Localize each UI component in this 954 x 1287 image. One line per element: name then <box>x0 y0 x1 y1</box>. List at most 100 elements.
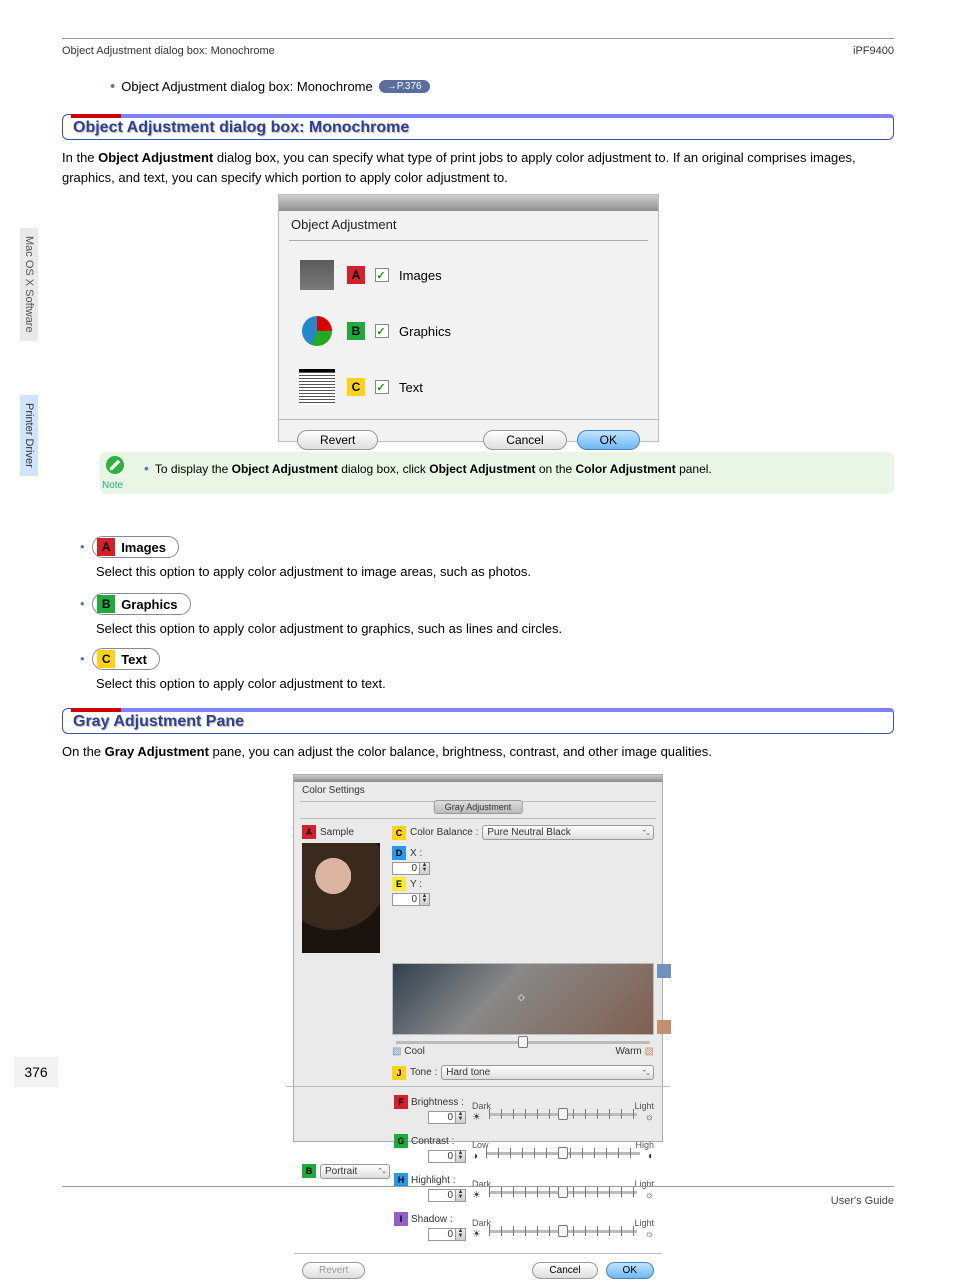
ok-button[interactable]: OK <box>606 1262 654 1279</box>
dlg1-row-images: A Images <box>279 247 658 303</box>
section-title: Object Adjustment dialog box: Monochrome <box>73 119 409 137</box>
tab-bar: Gray Adjustment <box>300 801 656 819</box>
badge-c-icon: C <box>97 650 115 668</box>
category-pill: A Images <box>92 536 179 558</box>
cancel-button[interactable]: Cancel <box>483 430 566 450</box>
ok-button[interactable]: OK <box>577 430 640 450</box>
dlg2-buttons: Revert Cancel OK <box>294 1253 662 1287</box>
badge-h-icon: H <box>394 1173 408 1187</box>
bullet-icon: • <box>110 78 115 95</box>
slider-track[interactable] <box>486 1152 640 1155</box>
slider-high: Light <box>634 1179 654 1189</box>
cool-label: Cool <box>392 1046 425 1057</box>
color-balance-dropdown[interactable]: Pure Neutral Black <box>482 825 654 840</box>
swatch-top <box>657 964 671 978</box>
category-images: • A Images Select this option to apply c… <box>80 536 531 579</box>
slider-high: Light <box>634 1101 654 1111</box>
side-tab-driver[interactable]: Printer Driver <box>20 395 38 476</box>
images-icon <box>297 255 337 295</box>
slider-row: F Brightness : 0▲▼ DarkLight ☀ ☼ <box>394 1093 654 1132</box>
section1-paragraph: In the Object Adjustment dialog box, you… <box>62 148 894 188</box>
slider-label: Highlight : <box>411 1175 455 1186</box>
images-checkbox[interactable] <box>375 268 389 282</box>
slider-track[interactable] <box>489 1191 637 1194</box>
badge-d-icon: D <box>392 846 406 860</box>
text-icon <box>297 367 337 407</box>
model-label: iPF9400 <box>853 45 894 57</box>
header-rule <box>62 38 894 39</box>
category-description: Select this option to apply color adjust… <box>96 621 562 636</box>
badge-j-icon: J <box>392 1066 406 1080</box>
images-label: Images <box>399 268 442 283</box>
category-label: Images <box>121 540 166 555</box>
slider-label: Contrast : <box>411 1136 454 1147</box>
graphics-label: Graphics <box>399 324 451 339</box>
badge-i-icon: I <box>394 1212 408 1226</box>
section-heading-object-adjustment: Object Adjustment dialog box: Monochrome <box>62 114 894 140</box>
badge-a-icon: A <box>347 266 365 284</box>
graphics-checkbox[interactable] <box>375 324 389 338</box>
color-balance-label: Color Balance : <box>410 827 478 838</box>
revert-button[interactable]: Revert <box>302 1262 365 1279</box>
target-icon: ◇ <box>518 992 525 1003</box>
color-balance-map[interactable]: ◇ <box>392 963 654 1035</box>
badge-c-icon: C <box>392 826 406 840</box>
section-heading-gray-adjustment: Gray Adjustment Pane <box>62 708 894 734</box>
category-label: Text <box>121 652 147 667</box>
low-icon: ◑ <box>472 1151 478 1162</box>
badge-b-icon: B <box>97 595 115 613</box>
slider-stepper[interactable]: 0▲▼ <box>428 1150 466 1163</box>
category-graphics: • B Graphics Select this option to apply… <box>80 593 562 636</box>
x-stepper[interactable]: 0▲▼ <box>392 862 430 875</box>
side-tab-software[interactable]: Mac OS X Software <box>20 228 38 341</box>
y-stepper[interactable]: 0▲▼ <box>392 893 430 906</box>
category-text: • C Text Select this option to apply col… <box>80 648 386 691</box>
color-settings-dialog: Color Settings Gray Adjustment A Sample … <box>293 774 663 1142</box>
badge-c-icon: C <box>347 378 365 396</box>
dialog-title: Color Settings <box>294 782 662 799</box>
high-icon: ☼ <box>645 1112 654 1123</box>
slider-track[interactable] <box>489 1113 637 1116</box>
text-checkbox[interactable] <box>375 380 389 394</box>
slider-row: G Contrast : 0▲▼ LowHigh ◑ ◐ <box>394 1132 654 1171</box>
category-description: Select this option to apply color adjust… <box>96 564 531 579</box>
high-icon: ◐ <box>648 1151 654 1162</box>
category-description: Select this option to apply color adjust… <box>96 676 386 691</box>
slider-label: Brightness : <box>411 1097 464 1108</box>
slider-track[interactable] <box>489 1230 637 1233</box>
page-link-line: • Object Adjustment dialog box: Monochro… <box>110 78 430 95</box>
category-pill: C Text <box>92 648 160 670</box>
slider-row: H Highlight : 0▲▼ DarkLight ☀ ☼ <box>394 1171 654 1210</box>
tab-gray-adjustment[interactable]: Gray Adjustment <box>434 800 523 814</box>
badge-f-icon: F <box>394 1095 408 1109</box>
category-pill: B Graphics <box>92 593 190 615</box>
cancel-button[interactable]: Cancel <box>532 1262 597 1279</box>
tone-dropdown[interactable]: Hard tone <box>441 1065 654 1080</box>
sample-area: A Sample <box>302 825 392 959</box>
bullet-icon: • <box>144 460 149 476</box>
object-adjustment-dialog: Object Adjustment A Images B Graphics C … <box>278 194 659 442</box>
slider-label: Shadow : <box>411 1214 453 1225</box>
bullet-icon: • <box>80 596 85 611</box>
revert-button[interactable]: Revert <box>297 430 378 450</box>
link-text[interactable]: Object Adjustment dialog box: Monochrome <box>121 79 372 94</box>
high-icon: ☼ <box>645 1190 654 1201</box>
footer-rule <box>62 1186 894 1187</box>
page-ref-pill[interactable]: →P.376 <box>379 80 430 93</box>
slider-stepper[interactable]: 0▲▼ <box>428 1111 466 1124</box>
low-icon: ☀ <box>472 1190 481 1201</box>
badge-g-icon: G <box>394 1134 408 1148</box>
orientation-dropdown[interactable]: Portrait <box>320 1164 390 1179</box>
slider-stepper[interactable]: 0▲▼ <box>428 1189 466 1202</box>
x-label: X : <box>410 848 422 859</box>
dlg1-row-text: C Text <box>279 359 658 415</box>
note-icon <box>106 456 124 474</box>
page-number: 376 <box>14 1057 58 1087</box>
dialog-title: Object Adjustment <box>279 211 658 236</box>
section2-paragraph: On the Gray Adjustment pane, you can adj… <box>62 742 894 762</box>
sample-image <box>302 843 380 953</box>
badge-a-icon: A <box>97 538 115 556</box>
dialog-titlebar <box>294 775 662 782</box>
note-label: Note <box>102 480 123 491</box>
category-label: Graphics <box>121 597 177 612</box>
